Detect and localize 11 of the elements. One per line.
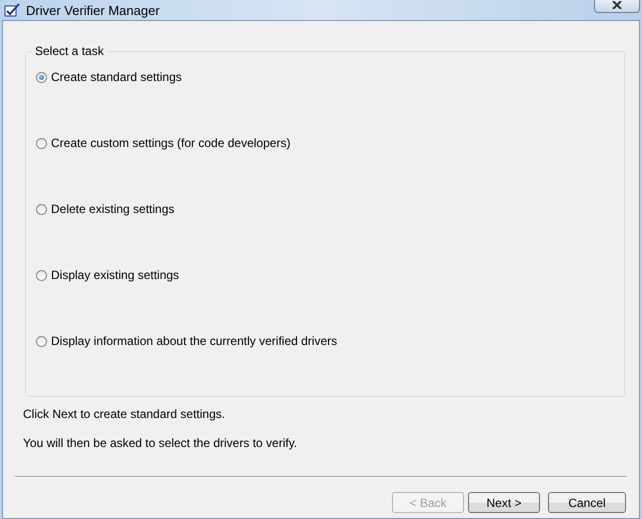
wizard-button[interactable]: Next > — [468, 492, 540, 513]
window-title: Driver Verifier Manager — [26, 2, 160, 18]
option-label[interactable]: Display existing settings — [51, 268, 180, 282]
option-label[interactable]: Display information about the currently verified drivers — [51, 334, 338, 348]
option-label[interactable]: Create custom settings (for code developers) — [51, 136, 290, 150]
instruction-text: You will then be asked to select the drivers to verify. — [23, 436, 298, 450]
group-title: Select a task — [32, 44, 107, 58]
option-label[interactable]: Delete existing settings — [51, 202, 174, 216]
option-label[interactable]: Create standard settings — [51, 70, 182, 84]
instruction-text: Click Next to create standard settings. — [23, 407, 226, 421]
wizard-button[interactable]: Cancel — [548, 492, 626, 513]
